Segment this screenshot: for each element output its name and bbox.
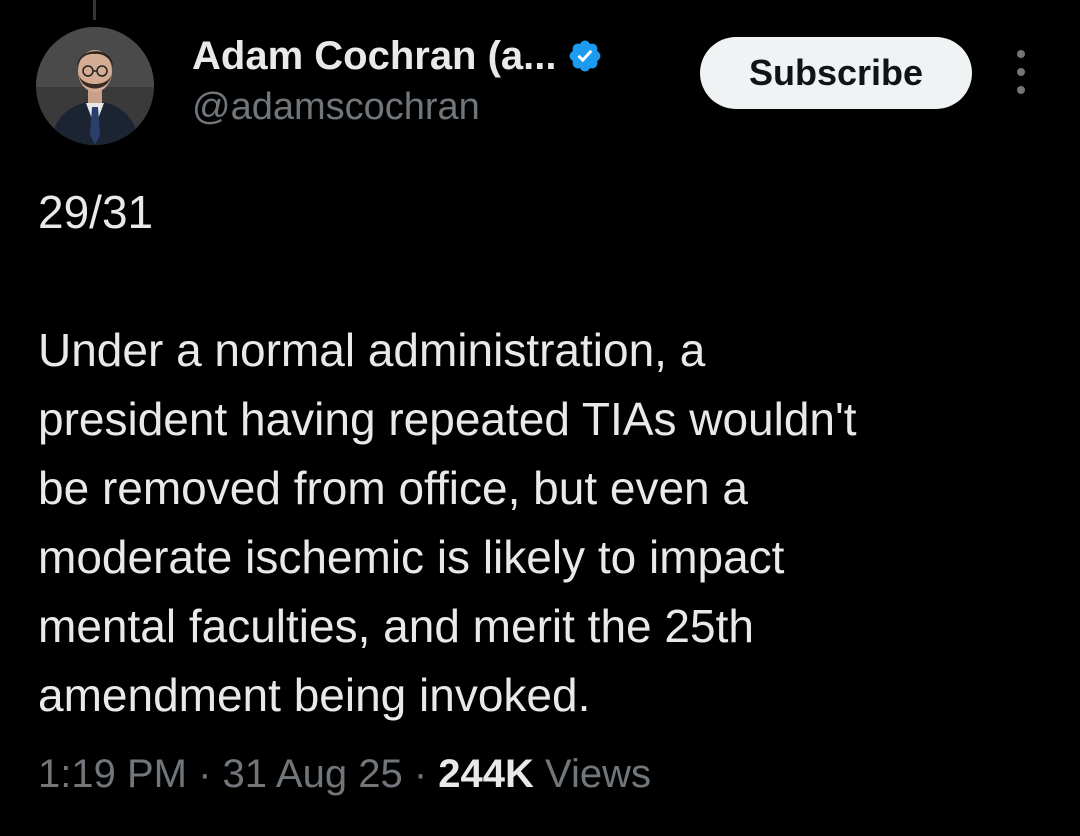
more-dot [1017, 50, 1025, 58]
avatar[interactable] [36, 27, 154, 145]
author-name-row[interactable]: Adam Cochran (a... [192, 30, 603, 82]
views-count[interactable]: 244K [438, 752, 534, 796]
thread-position: 29/31 [38, 186, 154, 238]
tweet-body-line: be removed from office, but even a [38, 462, 748, 514]
author-display-name[interactable]: Adam Cochran (a... [192, 34, 557, 79]
more-dot [1017, 68, 1025, 76]
avatar-photo [36, 27, 154, 145]
author-handle[interactable]: @adamscochran [192, 86, 480, 129]
tweet-body-line: moderate ischemic is likely to impact [38, 531, 785, 583]
tweet-time[interactable]: 1:19 PM [38, 752, 187, 796]
subscribe-button[interactable]: Subscribe [700, 37, 972, 109]
tweet-body-line: Under a normal administration, a [38, 324, 706, 376]
more-vertical-icon[interactable] [1006, 50, 1036, 94]
tweet-metadata: 1:19 PM · 31 Aug 25 · 244K Views [38, 752, 651, 797]
tweet-text: 29/31 Under a normal administration, a p… [38, 178, 1048, 730]
tweet-body-line: mental faculties, and merit the 25th [38, 600, 754, 652]
tweet-body-line: president having repeated TIAs wouldn't [38, 393, 857, 445]
tweet-date[interactable]: 31 Aug 25 [223, 752, 403, 796]
meta-separator: · [186, 752, 223, 796]
more-dot [1017, 86, 1025, 94]
verified-badge-icon [569, 40, 600, 72]
meta-separator: · [402, 752, 439, 796]
thread-connector-line [93, 0, 96, 20]
views-label: Views [533, 752, 651, 796]
tweet-body-line: amendment being invoked. [38, 669, 591, 721]
